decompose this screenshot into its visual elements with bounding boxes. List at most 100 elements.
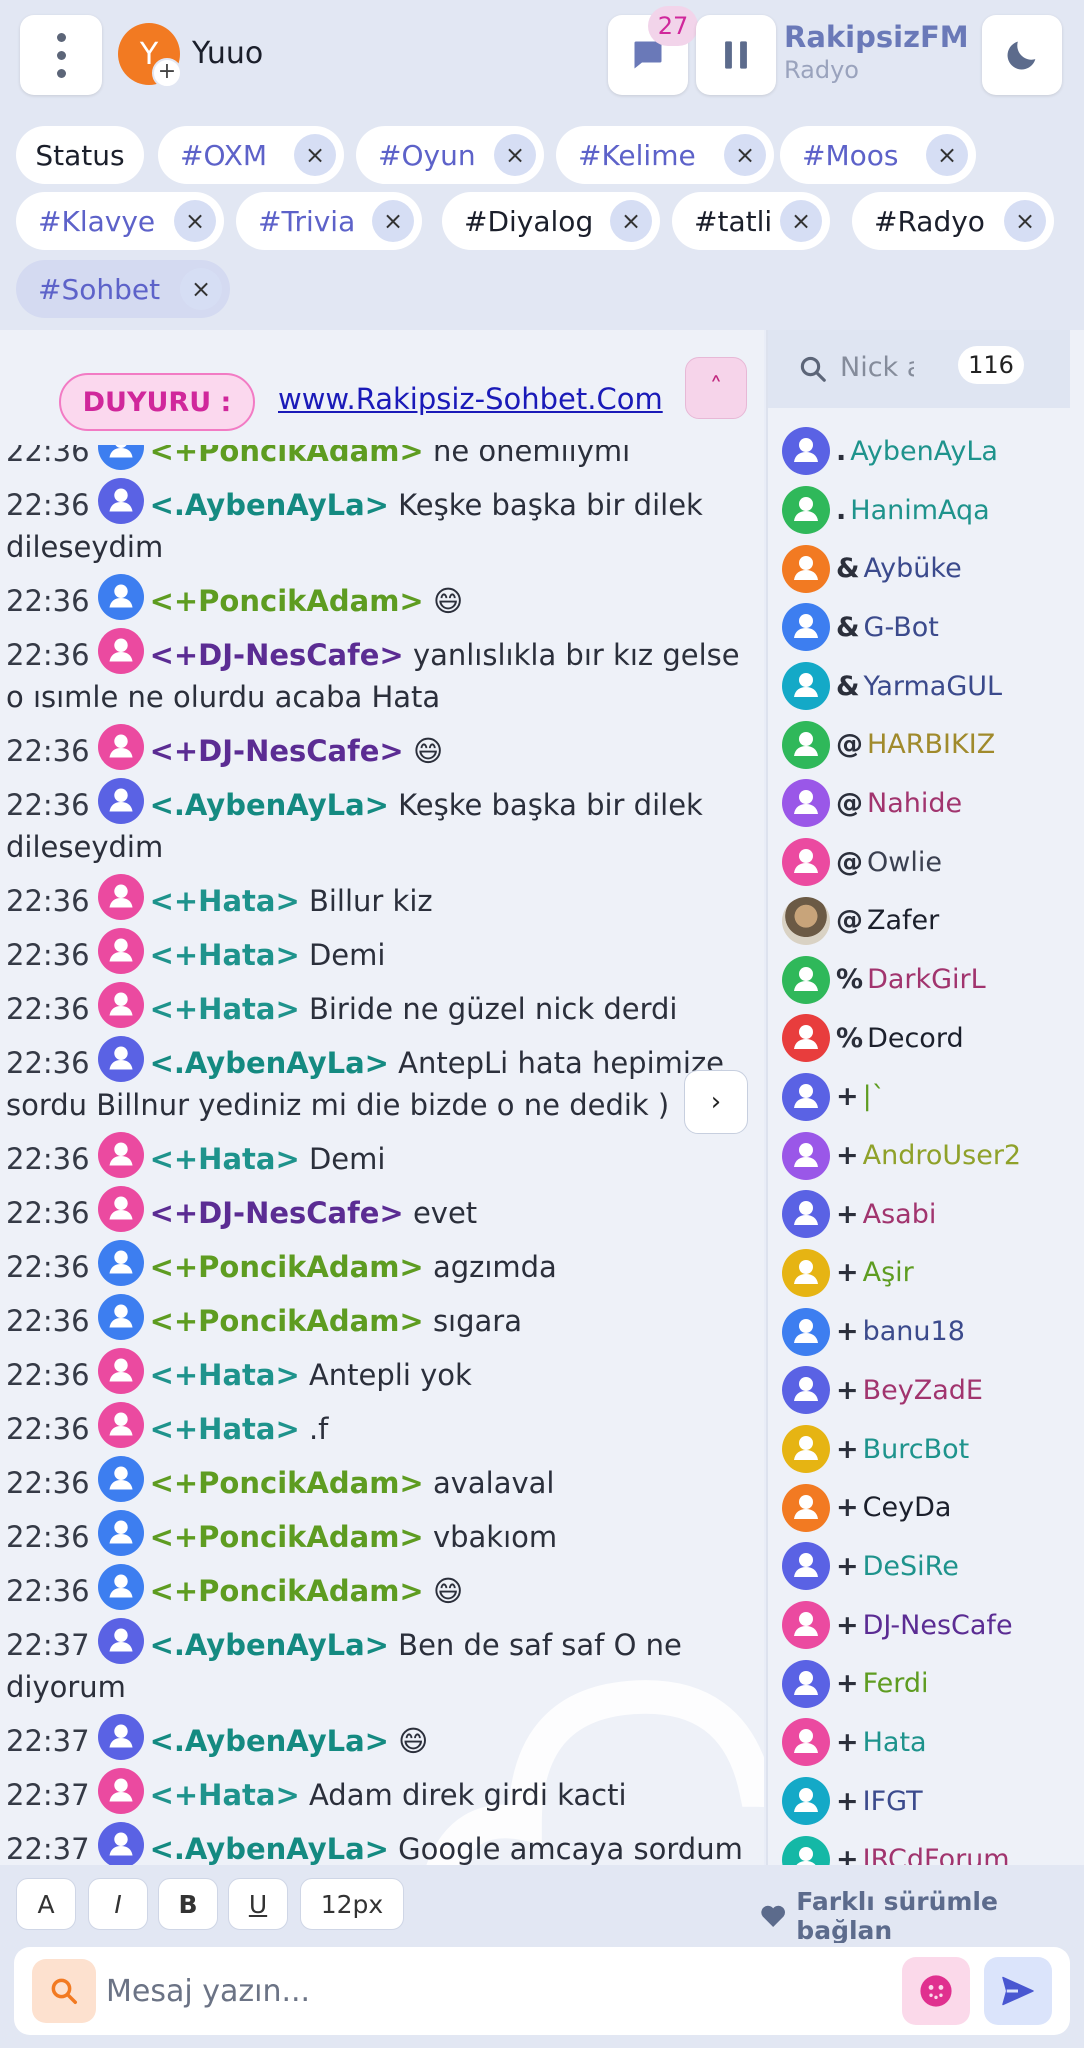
- message-avatar[interactable]: [97, 478, 144, 524]
- tab-oxm[interactable]: #OXM ×: [158, 126, 344, 184]
- message-nick[interactable]: <+DJ-NesCafe>: [150, 638, 404, 672]
- underline-button[interactable]: U: [228, 1878, 288, 1930]
- message-nick[interactable]: <+Hata>: [150, 1358, 300, 1392]
- tab-klavye[interactable]: #Klavye ×: [16, 192, 224, 250]
- nick-search[interactable]: Nick ara 116: [768, 330, 1070, 408]
- message-input[interactable]: [106, 1961, 886, 2021]
- font-size-button[interactable]: 12px: [300, 1878, 404, 1930]
- user-list-item[interactable]: + Hata: [768, 1713, 1084, 1772]
- close-tab-icon[interactable]: ×: [1004, 200, 1046, 242]
- message-nick[interactable]: <+PoncikAdam>: [150, 1574, 424, 1608]
- user-list-item[interactable]: @ Zafer: [768, 892, 1084, 951]
- message-nick[interactable]: <+PoncikAdam>: [150, 1520, 424, 1554]
- message-avatar[interactable]: [97, 724, 144, 770]
- menu-button[interactable]: [20, 15, 102, 95]
- close-tab-icon[interactable]: ×: [780, 200, 822, 242]
- message-avatar[interactable]: [97, 1714, 144, 1760]
- message-nick[interactable]: <+Hata>: [150, 884, 300, 918]
- tab-kelime[interactable]: #Kelime ×: [556, 126, 774, 184]
- message-avatar[interactable]: [97, 445, 144, 470]
- message-avatar[interactable]: [97, 1510, 144, 1556]
- message-avatar[interactable]: [97, 1186, 144, 1232]
- message-avatar[interactable]: [97, 928, 144, 974]
- tab-diyalog[interactable]: #Diyalog ×: [442, 192, 660, 250]
- announcement-link[interactable]: www.Rakipsiz-Sohbet.Com: [278, 382, 663, 416]
- tab-sohbet[interactable]: #Sohbet ×: [16, 260, 230, 318]
- user-list-item[interactable]: @ Owlie: [768, 833, 1084, 892]
- user-list-item[interactable]: @ Nahide: [768, 774, 1084, 833]
- message-nick[interactable]: <+PoncikAdam>: [150, 584, 424, 618]
- search-button[interactable]: [32, 1959, 96, 2023]
- tab-oyun[interactable]: #Oyun ×: [356, 126, 544, 184]
- message-avatar[interactable]: [97, 778, 144, 824]
- user-list-item[interactable]: . AybenAyLa: [768, 422, 1084, 481]
- italic-button[interactable]: I: [88, 1878, 148, 1930]
- message-avatar[interactable]: [97, 1618, 144, 1664]
- user-list-item[interactable]: % Decord: [768, 1009, 1084, 1068]
- tab-moos[interactable]: #Moos ×: [780, 126, 976, 184]
- user-list-item[interactable]: + AndroUser2: [768, 1126, 1084, 1185]
- tab-tatli[interactable]: #tatli ×: [672, 192, 830, 250]
- user-list-item[interactable]: + BurcBot: [768, 1420, 1084, 1479]
- user-list-item[interactable]: @ HARBIKIZ: [768, 715, 1084, 774]
- close-tab-icon[interactable]: ×: [372, 200, 414, 242]
- tab-trivia[interactable]: #Trivia ×: [236, 192, 422, 250]
- message-avatar[interactable]: [97, 1768, 144, 1814]
- message-avatar[interactable]: [97, 1822, 144, 1865]
- message-nick[interactable]: <+DJ-NesCafe>: [150, 734, 404, 768]
- message-nick[interactable]: <.AybenAyLa>: [150, 1628, 389, 1662]
- message-nick[interactable]: <.AybenAyLa>: [150, 788, 389, 822]
- tab-radyo[interactable]: #Radyo ×: [852, 192, 1054, 250]
- message-nick[interactable]: <+DJ-NesCafe>: [150, 1196, 404, 1230]
- radio-pause-button[interactable]: [696, 15, 776, 95]
- close-tab-icon[interactable]: ×: [174, 200, 216, 242]
- collapse-announcement-button[interactable]: ˄: [685, 357, 747, 419]
- close-tab-icon[interactable]: ×: [180, 268, 222, 310]
- message-nick[interactable]: <+PoncikAdam>: [150, 1250, 424, 1284]
- nick-search-input[interactable]: Nick ara: [840, 352, 914, 383]
- theme-toggle-button[interactable]: [982, 15, 1062, 95]
- message-avatar[interactable]: [97, 1132, 144, 1178]
- message-avatar[interactable]: [97, 1348, 144, 1394]
- message-avatar[interactable]: [97, 1294, 144, 1340]
- user-list-item[interactable]: + IRCdForum: [768, 1831, 1084, 1865]
- user-list-item[interactable]: + |`: [768, 1068, 1084, 1127]
- user-list-item[interactable]: + Aşir: [768, 1244, 1084, 1303]
- user-list-item[interactable]: % DarkGirL: [768, 950, 1084, 1009]
- user-list-item[interactable]: + Asabi: [768, 1185, 1084, 1244]
- send-button[interactable]: [984, 1957, 1052, 2025]
- font-color-button[interactable]: A: [16, 1878, 76, 1930]
- user-list-item[interactable]: + DJ-NesCafe: [768, 1596, 1084, 1655]
- message-nick[interactable]: <.AybenAyLa>: [150, 488, 389, 522]
- message-avatar[interactable]: [97, 1456, 144, 1502]
- message-avatar[interactable]: [97, 1402, 144, 1448]
- user-list-item[interactable]: & G-Bot: [768, 598, 1084, 657]
- message-nick[interactable]: <+Hata>: [150, 938, 300, 972]
- user-list-item[interactable]: . HanimAqa: [768, 481, 1084, 540]
- user-list-item[interactable]: & YarmaGUL: [768, 657, 1084, 716]
- message-nick[interactable]: <+Hata>: [150, 1412, 300, 1446]
- add-status-icon[interactable]: +: [152, 58, 182, 88]
- close-tab-icon[interactable]: ×: [494, 134, 536, 176]
- message-avatar[interactable]: [97, 574, 144, 620]
- message-avatar[interactable]: [97, 1036, 144, 1082]
- close-tab-icon[interactable]: ×: [926, 134, 968, 176]
- message-avatar[interactable]: [97, 1564, 144, 1610]
- user-list-item[interactable]: + CeyDa: [768, 1478, 1084, 1537]
- close-tab-icon[interactable]: ×: [724, 134, 766, 176]
- tab-status[interactable]: Status: [16, 126, 144, 184]
- message-nick[interactable]: <+PoncikAdam>: [150, 1304, 424, 1338]
- emoji-button[interactable]: [902, 1957, 970, 2025]
- user-list-item[interactable]: + Ferdi: [768, 1654, 1084, 1713]
- message-nick[interactable]: <+PoncikAdam>: [150, 1466, 424, 1500]
- user-list-item[interactable]: + DeSiRe: [768, 1537, 1084, 1596]
- message-avatar[interactable]: [97, 628, 144, 674]
- close-tab-icon[interactable]: ×: [610, 200, 652, 242]
- message-nick[interactable]: <.AybenAyLa>: [150, 1832, 389, 1865]
- message-avatar[interactable]: [97, 874, 144, 920]
- user-list-item[interactable]: + IFGT: [768, 1772, 1084, 1831]
- alternate-version-link[interactable]: Farklı sürümle bağlan: [760, 1887, 1084, 1945]
- user-list-item[interactable]: + BeyZadE: [768, 1361, 1084, 1420]
- user-list-item[interactable]: & Aybüke: [768, 539, 1084, 598]
- message-nick[interactable]: <+Hata>: [150, 1778, 300, 1812]
